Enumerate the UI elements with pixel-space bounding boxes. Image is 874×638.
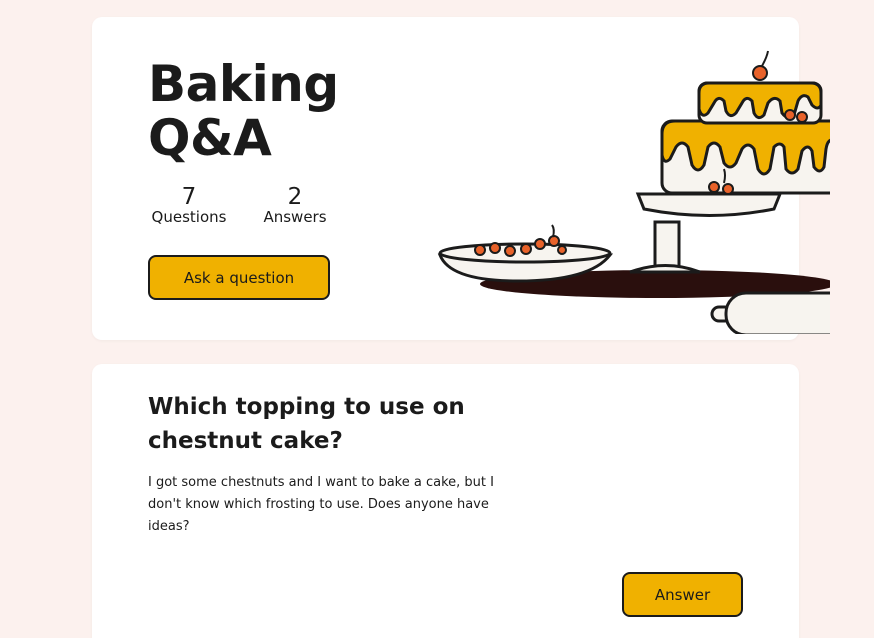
page-title-line1: Baking bbox=[148, 55, 339, 113]
questions-label: Questions bbox=[151, 208, 227, 226]
question-card: Which topping to use on chestnut cake? I… bbox=[92, 364, 799, 638]
answer-button[interactable]: Answer bbox=[622, 572, 743, 617]
question-title[interactable]: Which topping to use on chestnut cake? bbox=[148, 390, 488, 458]
question-body: I got some chestnuts and I want to bake … bbox=[148, 475, 494, 534]
questions-count: 7 bbox=[181, 184, 197, 210]
questions-stat: 7 Questions bbox=[148, 185, 230, 225]
answers-stat: 2 Answers bbox=[259, 185, 331, 225]
ask-question-button[interactable]: Ask a question bbox=[148, 255, 330, 300]
page-title: Baking Q&A bbox=[148, 57, 408, 165]
hero-card: Baking Q&A 7 Questions 2 Answers Ask a q… bbox=[92, 17, 830, 340]
answers-label: Answers bbox=[263, 208, 327, 226]
answers-count: 2 bbox=[287, 184, 303, 210]
page-title-line2: Q&A bbox=[148, 109, 272, 167]
cake-illustration bbox=[437, 50, 830, 334]
